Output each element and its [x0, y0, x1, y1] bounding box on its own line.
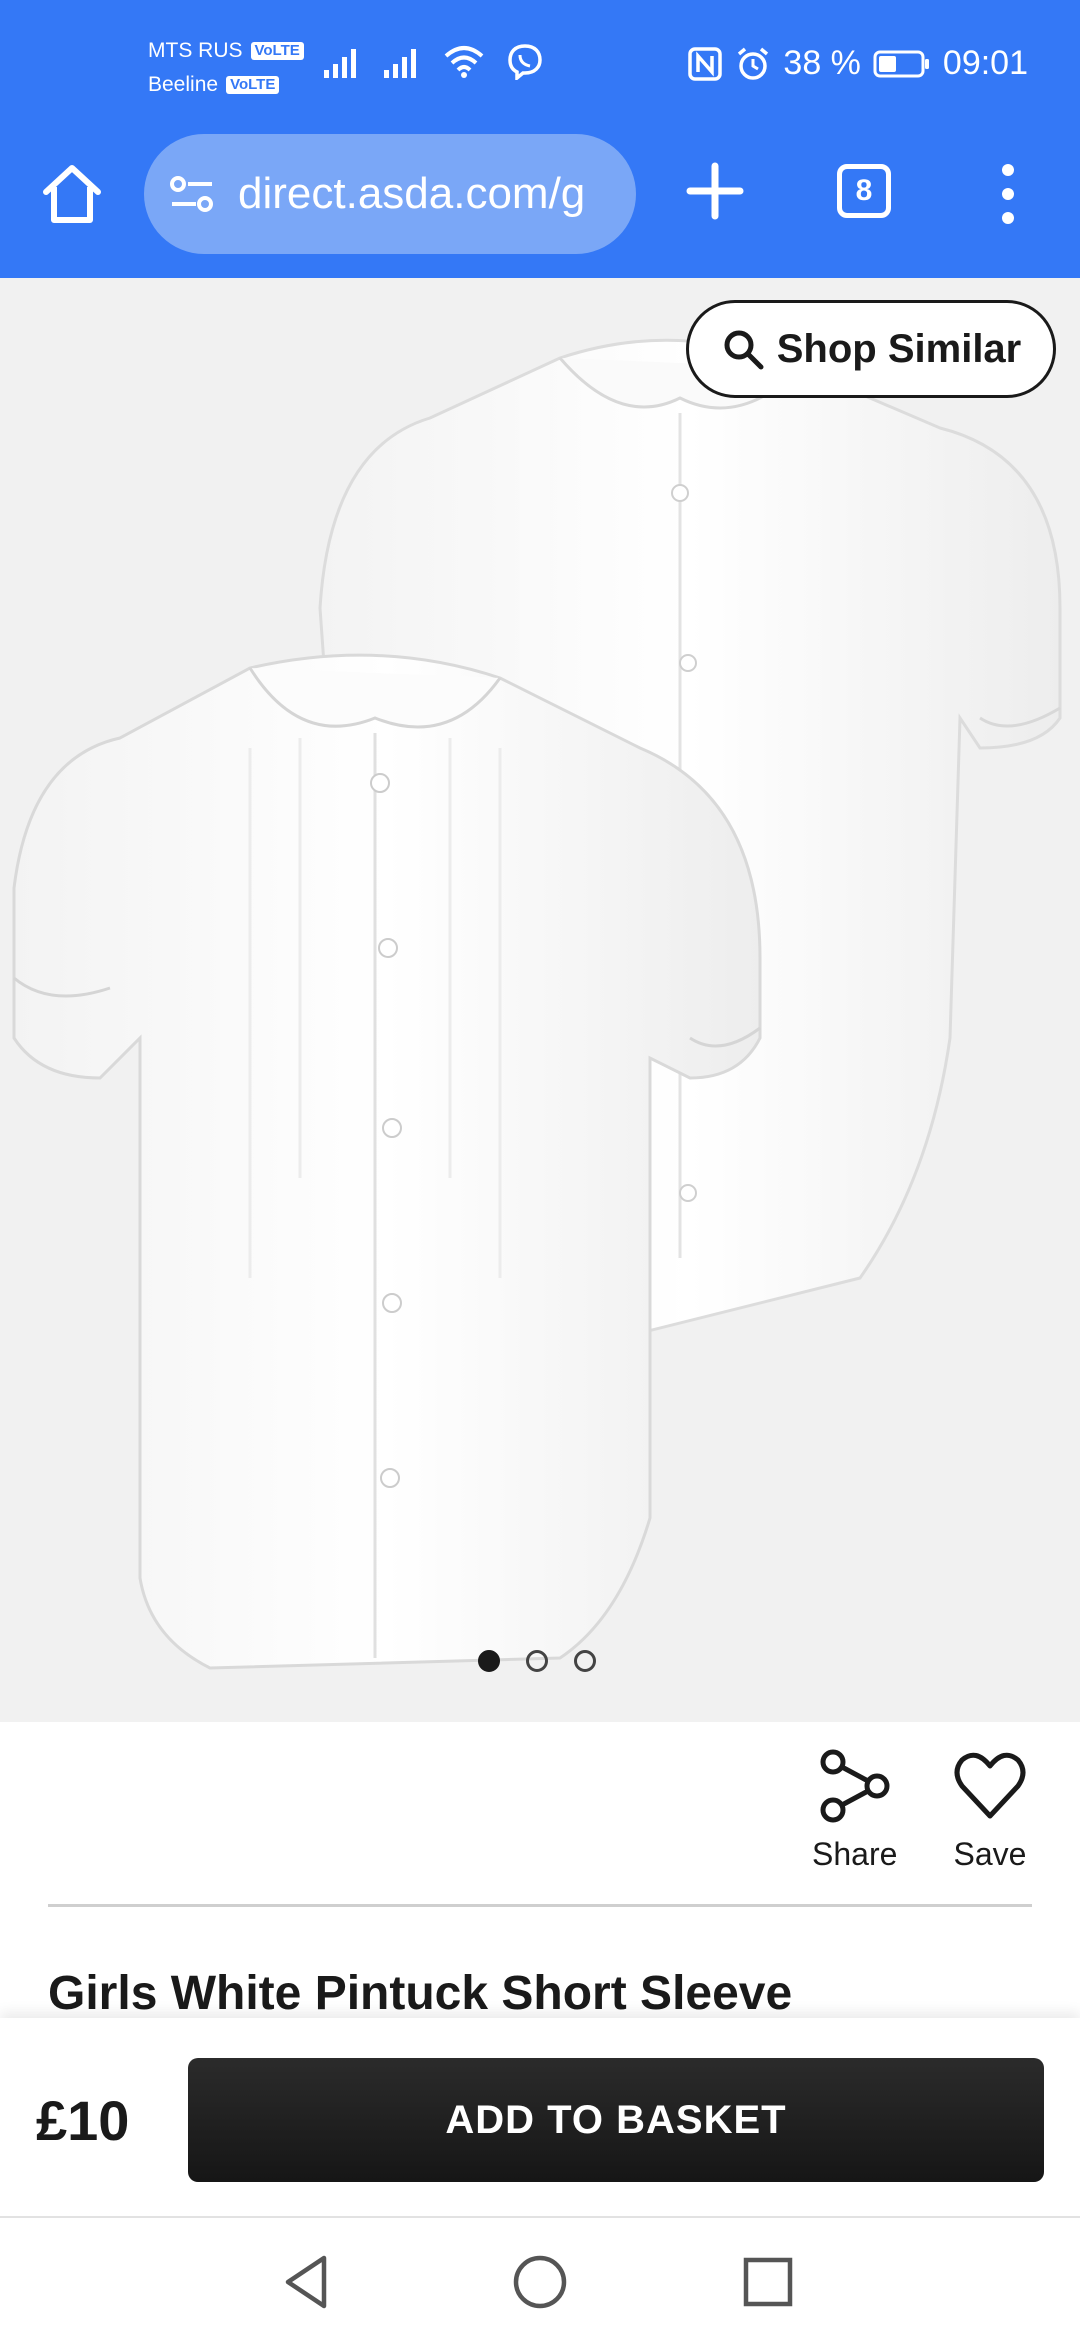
signal-icons — [322, 42, 544, 80]
volte-badge-1: VoLTE — [250, 42, 304, 60]
gallery-dot-2[interactable] — [526, 1650, 548, 1672]
battery-percent: 38 % — [783, 44, 861, 82]
battery-icon — [873, 50, 929, 77]
recents-square-icon[interactable] — [738, 2252, 798, 2312]
more-vertical-icon[interactable] — [990, 156, 1026, 232]
signal-strength-icon-1 — [324, 49, 356, 78]
wifi-icon — [444, 46, 484, 78]
gallery-dot-3[interactable] — [574, 1650, 596, 1672]
basket-bar: £10 ADD TO BASKET — [0, 2018, 1080, 2218]
product-price: £10 — [36, 2089, 130, 2152]
clock: 09:01 — [942, 44, 1028, 82]
save-label: Save — [953, 1836, 1027, 1872]
address-bar[interactable]: direct.asda.com/g — [144, 134, 636, 254]
status-bar: MTS RUS VoLTE Beeline VoLTE 38 % 09:01 — [0, 0, 1080, 120]
home-icon[interactable] — [38, 160, 106, 228]
product-image[interactable] — [0, 278, 1080, 1722]
browser-toolbar: direct.asda.com/g 8 — [0, 120, 1080, 278]
gallery-pagination — [478, 1650, 596, 1672]
search-icon — [724, 330, 764, 370]
url-text[interactable]: direct.asda.com/g — [238, 169, 585, 219]
share-button[interactable]: Share — [812, 1748, 897, 1873]
carrier-name-2: Beeline — [148, 73, 219, 96]
save-button[interactable]: Save — [952, 1748, 1028, 1873]
divider — [48, 1904, 1032, 1907]
product-gallery[interactable]: Shop Similar — [0, 278, 1080, 1722]
system-nav-bar — [0, 2218, 1080, 2340]
add-to-basket-button[interactable]: ADD TO BASKET — [188, 2058, 1044, 2182]
carrier-name-1: MTS RUS — [148, 39, 243, 62]
product-title: Girls White Pintuck Short Sleeve — [48, 1967, 793, 2020]
tab-switcher-icon[interactable]: 8 — [837, 164, 891, 218]
product-actions: Share Save — [0, 1722, 1080, 1904]
home-circle-icon[interactable] — [510, 2252, 570, 2312]
tab-count: 8 — [855, 174, 873, 207]
viber-icon — [508, 44, 542, 80]
carrier-row-1: MTS RUS VoLTE — [148, 34, 304, 68]
signal-strength-icon-2 — [384, 49, 416, 78]
gallery-dot-1[interactable] — [478, 1650, 500, 1672]
carrier-info: MTS RUS VoLTE Beeline VoLTE — [148, 34, 304, 102]
carrier-row-2: Beeline VoLTE — [148, 68, 304, 102]
status-right: 38 % 09:01 — [687, 44, 1028, 83]
back-triangle-icon[interactable] — [278, 2252, 338, 2312]
plus-icon[interactable] — [680, 156, 750, 226]
nfc-icon — [688, 46, 723, 81]
share-label: Share — [812, 1836, 898, 1872]
site-settings-icon[interactable] — [168, 174, 216, 214]
shop-similar-button[interactable]: Shop Similar — [686, 300, 1056, 398]
front-shirt — [12, 653, 762, 1670]
shop-similar-label: Shop Similar — [776, 326, 1022, 371]
alarm-icon — [738, 47, 769, 80]
screen: MTS RUS VoLTE Beeline VoLTE 38 % 09:01 d… — [0, 0, 1080, 2340]
share-icon — [820, 1749, 890, 1823]
volte-badge-2: VoLTE — [226, 76, 280, 94]
heart-icon — [954, 1752, 1026, 1819]
